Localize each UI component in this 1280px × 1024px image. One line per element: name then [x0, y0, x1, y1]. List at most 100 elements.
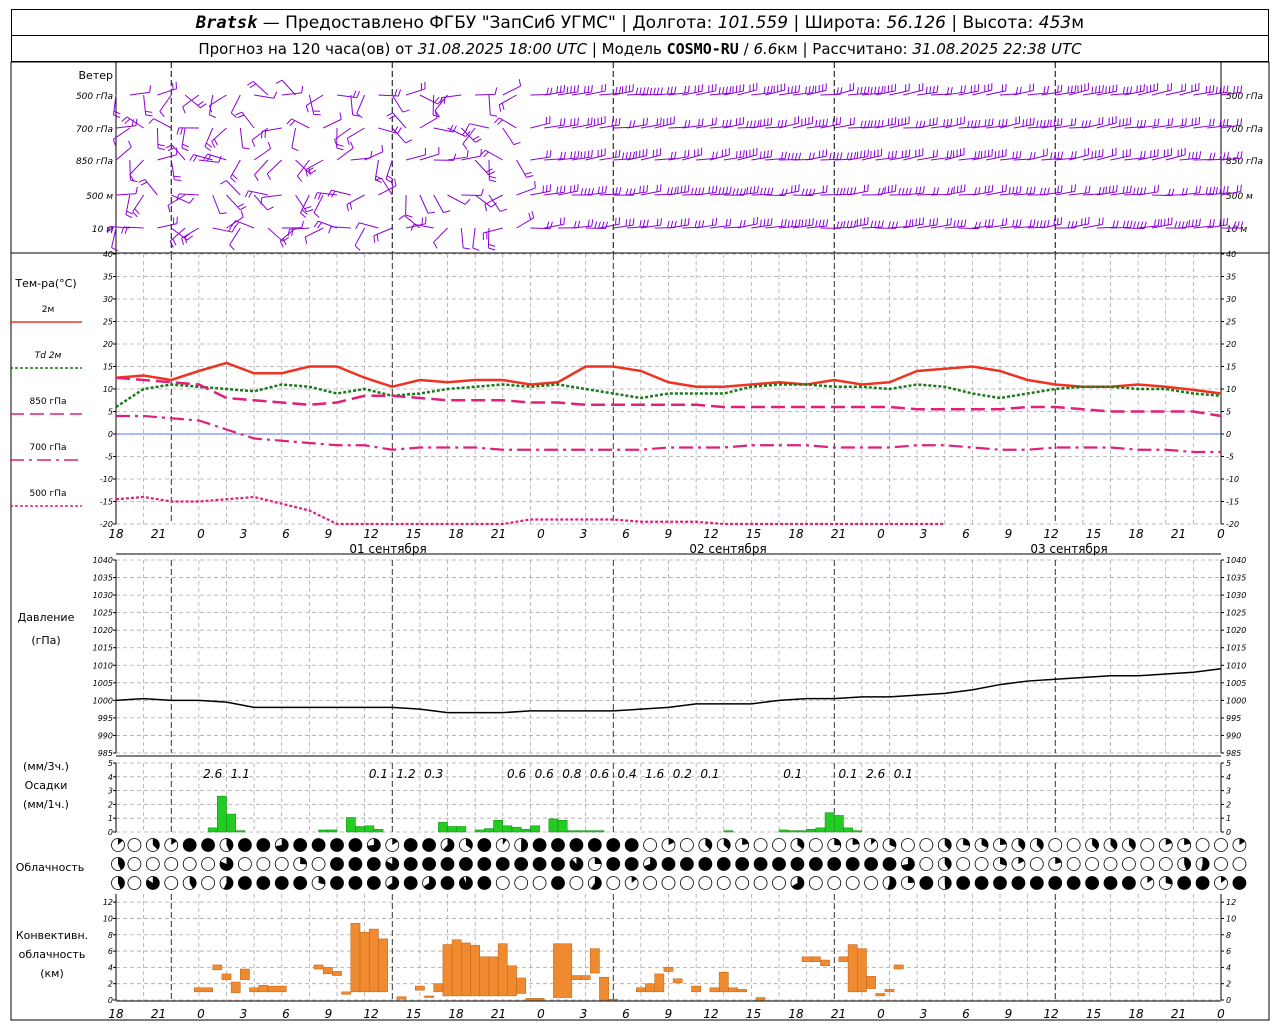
wind-barb-flag [559, 185, 562, 193]
convective-bar [230, 981, 241, 993]
wind-barb-flag [394, 178, 397, 186]
wind-barb-flag [829, 152, 832, 160]
wind-barb-flag [1153, 118, 1156, 126]
wind-barb-flag [794, 219, 797, 227]
wind-barb-flag [556, 86, 559, 94]
wind-barb-flag [781, 119, 784, 128]
wind-barb-flag [1219, 219, 1222, 227]
wind-barb-flag [888, 221, 891, 229]
ytick-right: 0 [1226, 430, 1231, 439]
cloud-fill [1000, 838, 1007, 845]
wind-barb [253, 148, 271, 161]
wind-barb-flag [1115, 184, 1118, 192]
precip-bar [723, 830, 734, 833]
cloud-fill [367, 876, 381, 890]
time-tick-bottom: 6 [282, 1007, 290, 1021]
ytick-left: 1010 [93, 661, 113, 670]
wind-barb [254, 94, 274, 99]
ytick-left: 10 [103, 385, 113, 394]
wind-barb-flag [242, 147, 250, 150]
wind-barb-flag [134, 208, 140, 215]
ytick-right: 1 [1226, 814, 1231, 823]
cloud-circle [680, 876, 694, 890]
wind-barb [281, 79, 296, 96]
wind-barb-flag [140, 181, 148, 186]
wind-barb-flag [182, 143, 189, 148]
wind-barb-flag [1195, 219, 1198, 227]
cloud-circle [514, 876, 529, 890]
wind-barb [181, 227, 200, 239]
cloud-circle [1140, 857, 1155, 871]
wind-barb-flag [1153, 219, 1157, 227]
precip-3h-label: 0.1 [894, 767, 913, 781]
cloud-circle [495, 876, 510, 890]
wind-barb-flag [563, 185, 566, 193]
wind-barb-flag [149, 85, 152, 93]
wind-barb-flag [1198, 185, 1202, 193]
wind-barb-flag [867, 184, 869, 192]
cloud-circle [1103, 857, 1118, 871]
wind-barb-flag [577, 220, 581, 228]
wind-barb-flag [884, 186, 886, 194]
wind-barb [350, 94, 354, 115]
time-tick-top: 9 [665, 527, 673, 541]
wind-barb-flag [1074, 85, 1077, 93]
convective-title-line: (км) [40, 967, 64, 980]
wind-barb-flag [670, 220, 674, 228]
cloud-circle [808, 838, 823, 852]
cloud-circle [182, 857, 197, 871]
precip-3h-label: 1.6 [645, 767, 664, 781]
wind-barb-flag [563, 118, 566, 126]
wind-barb-flag [518, 79, 522, 87]
ytick-left: 995 [98, 714, 113, 723]
wind-barb-flag [964, 85, 966, 93]
wind-barb-flag [666, 187, 670, 195]
wind-barb-flag [628, 218, 631, 226]
wind-barb-flag [1191, 151, 1195, 159]
wind-barb-flag [660, 117, 662, 125]
wind-barb-flag [867, 86, 870, 94]
wind-barb-flag [767, 150, 769, 158]
ytick-right: -5 [1226, 453, 1234, 462]
time-tick-bottom: 21 [151, 1007, 166, 1021]
wind-barb-flag [646, 117, 648, 125]
wind-barb-flag [1043, 119, 1046, 127]
wind-barb-flag [881, 220, 884, 228]
wind-barb-flag [605, 221, 609, 229]
wind-barb-flag [1129, 185, 1132, 193]
wind-barb-flag [1102, 217, 1104, 225]
wind-barb [129, 91, 150, 96]
wind-barb-flag [674, 86, 677, 94]
wind-barb-flag [660, 218, 663, 226]
wind-barb-flag [684, 120, 687, 128]
wind-barb-flag [974, 187, 977, 195]
wind-barb-flag [286, 118, 292, 125]
wind-barb-flag [984, 219, 987, 227]
wind-barb-flag [649, 87, 653, 95]
wind-barb-flag [908, 149, 911, 157]
wind-barb-flag [127, 140, 132, 148]
wind-barb-flag [615, 187, 618, 195]
ytick-right: 5 [1226, 759, 1231, 768]
wind-barb-flag [591, 219, 594, 227]
wind-barb-flag [1015, 219, 1018, 227]
wind-barb-flag [1057, 118, 1059, 126]
wind-barb-flag [1115, 84, 1118, 92]
wind-barb-flag [336, 143, 344, 147]
wind-barb-flag [618, 149, 621, 157]
precip-bar [778, 829, 789, 833]
precip-bar [815, 827, 826, 833]
wind-barb-flag [1191, 219, 1194, 227]
wind-barb-flag [901, 187, 905, 195]
wind-barb-flag [950, 150, 953, 158]
wind-barb-flag [991, 218, 994, 226]
precip-bar [345, 817, 356, 833]
wind-barb-flag [753, 120, 756, 128]
precip-bar [797, 830, 807, 833]
cloud-fill [1122, 876, 1136, 890]
wind-barb-flag [839, 187, 843, 195]
wind-barb-flag [925, 86, 928, 94]
time-tick-top: 0 [1217, 527, 1225, 541]
wind-barb-flag [577, 84, 580, 92]
time-tick-bottom: 12 [363, 1007, 378, 1021]
